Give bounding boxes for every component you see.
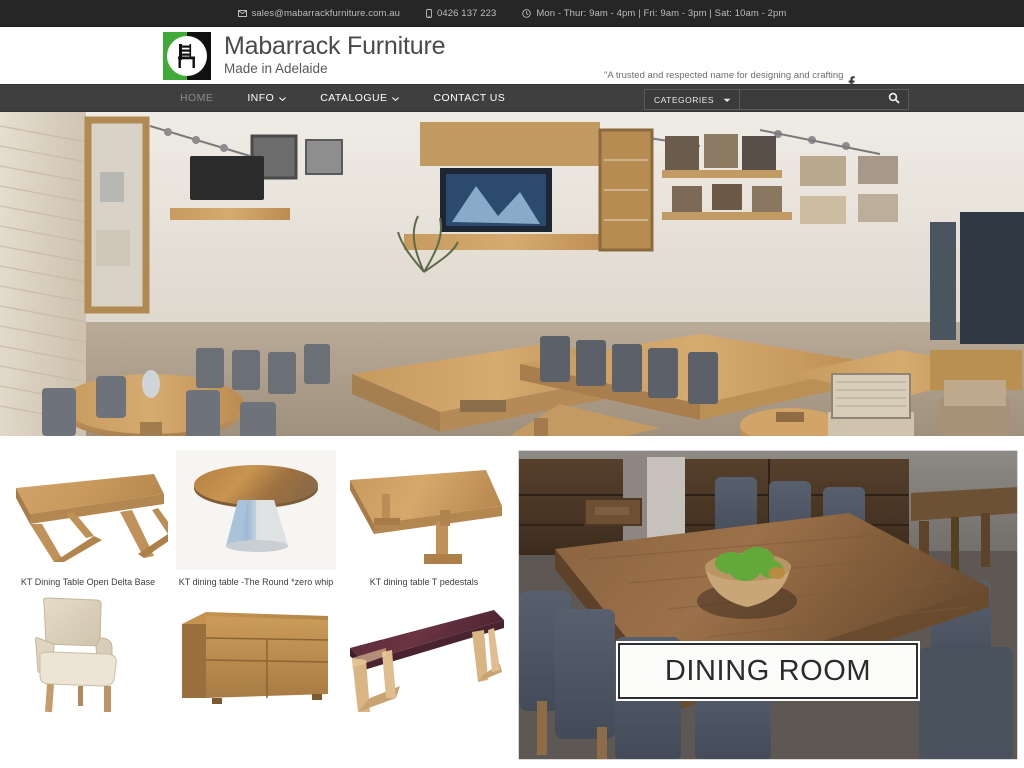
brand-name: Mabarrack Furniture [224,32,446,61]
product-card-sideboard[interactable] [172,594,340,721]
nav-item-info[interactable]: INFO [230,92,303,104]
chevron-down-icon [392,92,400,104]
nav-item-catalogue-label: CATALOGUE [320,92,388,104]
dining-room-feature-card[interactable]: DINING ROOM [518,450,1018,760]
chevron-down-icon [279,92,287,104]
search-bar: CATEGORIES [644,89,910,110]
timber-sideboard-icon [176,594,336,714]
content-area: KT Dining Table Open Delta Base KT dinin… [0,442,1024,765]
showroom-photo [0,112,1024,436]
round-dining-table-icon [176,450,336,570]
nav-link-list: HOME INFO CATALOGUE CONTACT US [163,92,522,104]
nav-item-catalogue[interactable]: CATALOGUE [303,92,416,104]
clock-icon [522,8,532,18]
nav-item-info-label: INFO [247,92,275,104]
topbar-hours: Mon - Thur: 9am - 4pm | Fri: 9am - 3pm |… [522,8,786,19]
topbar-phone-text: 0426 137 223 [437,7,497,19]
categories-dropdown-label: CATEGORIES [654,94,715,105]
nav-item-contact-us[interactable]: CONTACT US [416,92,522,104]
brand-logo-link[interactable]: Mabarrack Furniture Made in Adelaide [163,31,446,80]
search-icon [888,92,900,107]
product-card-delta-base[interactable]: KT Dining Table Open Delta Base [4,450,172,588]
feature-panel: DINING ROOM [512,450,1024,765]
product-caption: KT Dining Table Open Delta Base [20,577,156,587]
topbar-phone[interactable]: 0426 137 223 [426,8,496,19]
topbar-email-text: sales@mabarrackfurniture.com.au [251,7,401,19]
upholstered-bench-icon [344,594,504,714]
product-card-t-pedestals[interactable]: KT dining table T pedestals [340,450,508,588]
dining-room-photo [519,451,1017,759]
topbar-hours-text: Mon - Thur: 9am - 4pm | Fri: 9am - 3pm |… [536,7,787,19]
site-header: Mabarrack Furniture Made in Adelaide "A … [0,27,1024,98]
product-row-top: KT Dining Table Open Delta Base KT dinin… [4,450,512,588]
hero-banner[interactable] [0,112,1024,442]
upholstered-armchair-icon [8,594,168,714]
product-grid: KT Dining Table Open Delta Base KT dinin… [0,450,512,765]
product-card-armchair[interactable] [4,594,172,721]
search-input[interactable] [740,90,881,109]
categories-dropdown[interactable]: CATEGORIES [645,90,741,109]
dining-table-t-pedestal-icon [344,450,504,570]
nav-item-home-label: HOME [180,92,214,104]
topbar-email[interactable]: sales@mabarrackfurniture.com.au [237,7,401,19]
product-card-round-zero-whip[interactable]: KT dining table -The Round *zero whip [172,450,340,588]
product-card-bench[interactable] [340,594,508,721]
main-navigation: HOME INFO CATALOGUE CONTACT US CATEGORIE… [0,84,1024,112]
nav-item-home[interactable]: HOME [163,92,230,104]
brand-subtitle: Made in Adelaide [224,60,328,76]
search-button[interactable] [880,90,909,109]
top-utility-bar: sales@mabarrackfurniture.com.au 0426 137… [0,0,1024,27]
product-caption: KT dining table -The Round *zero whip [178,577,334,587]
product-caption: KT dining table T pedestals [369,577,479,587]
nav-item-contact-us-label: CONTACT US [433,92,506,104]
dining-room-label: DINING ROOM [616,641,920,701]
dining-table-delta-base-icon [8,450,168,570]
chevron-down-icon [723,95,731,105]
envelope-icon [237,9,247,17]
product-row-bottom [4,594,512,721]
phone-icon [426,8,432,18]
chair-logo-icon [163,31,211,80]
